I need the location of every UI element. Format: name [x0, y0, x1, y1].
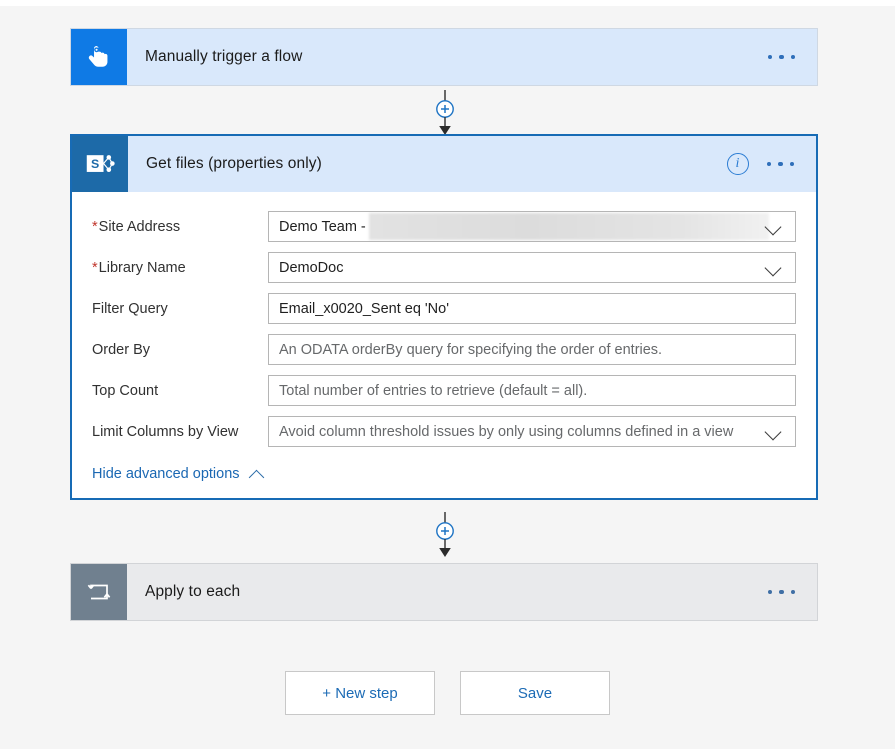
trigger-card-title: Manually trigger a flow	[145, 48, 303, 65]
action-more-menu-icon[interactable]	[765, 156, 797, 173]
flow-footer-buttons: + New step Save	[0, 671, 895, 715]
top-count-input[interactable]: Total number of entries to retrieve (def…	[268, 375, 796, 406]
form-row-order-by: Order By An ODATA orderBy query for spec…	[92, 329, 796, 370]
top-count-placeholder: Total number of entries to retrieve (def…	[279, 382, 588, 399]
hide-advanced-options-label: Hide advanced options	[92, 466, 240, 482]
filter-query-input[interactable]: Email_x0020_Sent eq 'No'	[268, 293, 796, 324]
new-step-button[interactable]: + New step	[285, 671, 435, 715]
library-name-value: DemoDoc	[279, 259, 344, 276]
label-limit-columns-by-view: Limit Columns by View	[92, 423, 239, 440]
label-top-count: Top Count	[92, 382, 159, 399]
flow-card-action-get-files[interactable]: S Get files (properties only) i *Site Ad…	[70, 134, 818, 500]
connector-trigger-to-action	[435, 90, 455, 136]
svg-text:S: S	[91, 157, 99, 171]
form-row-library-name: *Library Name DemoDoc	[92, 247, 796, 288]
site-address-value: Demo Team -	[279, 218, 366, 235]
tap-hand-icon	[71, 29, 127, 85]
chevron-down-icon[interactable]	[763, 421, 785, 443]
site-address-input[interactable]: Demo Team -	[268, 211, 796, 242]
flow-card-apply-to-each[interactable]: Apply to each	[70, 563, 818, 621]
save-button[interactable]: Save	[460, 671, 610, 715]
form-row-top-count: Top Count Total number of entries to ret…	[92, 370, 796, 411]
label-order-by: Order By	[92, 341, 151, 358]
required-asterisk: *	[92, 218, 98, 235]
trigger-card-actions	[766, 29, 818, 85]
hide-advanced-options-link[interactable]: Hide advanced options	[92, 466, 264, 482]
connector-action-to-loop	[435, 512, 455, 558]
chevron-down-icon[interactable]	[763, 257, 785, 279]
trigger-card-header[interactable]: Manually trigger a flow	[71, 29, 817, 85]
form-row-site-address: *Site Address Demo Team -	[92, 206, 796, 247]
action-card-header[interactable]: S Get files (properties only) i	[72, 136, 816, 192]
chevron-up-icon	[249, 469, 264, 480]
flow-designer-canvas: Manually trigger a flow S Get files (pro…	[0, 6, 895, 749]
loop-more-menu-icon[interactable]	[766, 584, 798, 601]
loop-card-actions	[766, 564, 818, 620]
action-card-actions: i	[726, 136, 817, 192]
form-row-filter-query: Filter Query Email_x0020_Sent eq 'No'	[92, 288, 796, 329]
limit-columns-by-view-placeholder: Avoid column threshold issues by only us…	[279, 423, 734, 440]
loop-card-header[interactable]: Apply to each	[71, 564, 817, 620]
library-name-input[interactable]: DemoDoc	[268, 252, 796, 283]
label-site-address: *Site Address	[92, 218, 181, 235]
limit-columns-by-view-input[interactable]: Avoid column threshold issues by only us…	[268, 416, 796, 447]
trigger-more-menu-icon[interactable]	[766, 49, 798, 66]
required-asterisk: *	[92, 259, 98, 276]
loop-icon	[71, 564, 127, 620]
label-filter-query: Filter Query	[92, 300, 168, 317]
action-card-body: *Site Address Demo Team - *Library Name …	[72, 192, 816, 498]
flow-card-trigger[interactable]: Manually trigger a flow	[70, 28, 818, 86]
loop-card-title: Apply to each	[145, 583, 241, 600]
action-card-title: Get files (properties only)	[146, 155, 322, 172]
sharepoint-icon: S	[72, 136, 128, 192]
site-address-redacted-region	[369, 213, 769, 240]
label-library-name: *Library Name	[92, 259, 186, 276]
order-by-placeholder: An ODATA orderBy query for specifying th…	[279, 341, 663, 358]
chevron-down-icon[interactable]	[763, 216, 785, 238]
info-icon[interactable]: i	[726, 153, 749, 175]
filter-query-value: Email_x0020_Sent eq 'No'	[279, 300, 449, 317]
order-by-input[interactable]: An ODATA orderBy query for specifying th…	[268, 334, 796, 365]
form-row-limit-columns-by-view: Limit Columns by View Avoid column thres…	[92, 411, 796, 452]
